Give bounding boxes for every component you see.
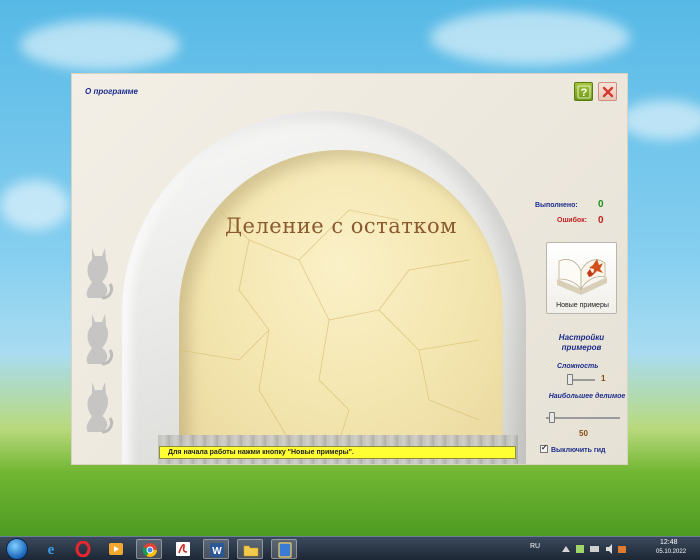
book-icon [557, 259, 607, 295]
taskbar: e W RU 12:48 05.10.2022 [0, 536, 700, 560]
word-icon: W [210, 543, 224, 557]
language-indicator[interactable]: RU [530, 543, 540, 550]
help-button[interactable]: ? [574, 82, 593, 101]
ie-icon: e [48, 542, 55, 557]
guide-toggle-label: Выключить гид [551, 447, 606, 454]
svg-text:?: ? [581, 87, 588, 99]
taskbar-opera[interactable] [70, 539, 96, 559]
difficulty-value: 1 [601, 374, 606, 383]
guide-checkbox[interactable] [540, 443, 548, 453]
tray-icons [562, 544, 626, 554]
status-message: Для начала работы нажми кнопку "Новые пр… [159, 446, 516, 459]
about-program-link[interactable]: О программе [85, 87, 138, 96]
errors-label: Ошибок: [557, 217, 588, 224]
cat-icon [86, 314, 114, 366]
arch-board [179, 150, 503, 442]
svg-text:W: W [212, 546, 222, 557]
page-title: Деление с остатком [224, 214, 458, 238]
new-examples-button[interactable]: Новые примеры [546, 242, 617, 314]
done-count: 0 [598, 199, 604, 210]
done-label: Выполнено: [535, 202, 578, 209]
max-dividend-label: Наибольшее делимое [548, 393, 626, 400]
explorer-icon [243, 545, 259, 557]
difficulty-label: Сложность [557, 363, 599, 370]
help-icon: ? [577, 85, 591, 99]
cat-icon [86, 248, 114, 300]
close-button[interactable] [598, 82, 617, 101]
taskbar-explorer[interactable] [237, 539, 263, 559]
marble-veins [179, 209, 480, 442]
errors-count: 0 [598, 215, 604, 226]
new-examples-label: Новые примеры [556, 302, 609, 309]
settings-title: Настройки примеров [558, 333, 605, 352]
max-dividend-slider-track [546, 417, 620, 419]
app-window: О программе ? Деление с остатком Для нач… [71, 73, 628, 465]
taskbar-media-player[interactable] [103, 539, 129, 559]
guide-toggle[interactable]: Выключить гид [540, 443, 606, 454]
windows-start-icon[interactable] [6, 538, 28, 560]
close-icon [602, 86, 614, 98]
max-dividend-value: 50 [579, 429, 588, 438]
difficulty-slider[interactable] [567, 374, 573, 385]
acrobat-icon [176, 542, 190, 556]
app-icon [278, 542, 292, 558]
taskbar-acrobat[interactable] [170, 539, 196, 559]
clock-date: 05.10.2022 [656, 549, 687, 555]
chrome-icon [142, 543, 157, 557]
taskbar-word[interactable]: W [203, 539, 229, 559]
taskbar-ie[interactable]: e [38, 539, 64, 559]
max-dividend-slider[interactable] [549, 412, 556, 423]
clock-time: 12:48 [660, 539, 678, 546]
cat-icon [86, 382, 114, 434]
taskbar-app[interactable] [271, 539, 297, 559]
svg-text:e: e [48, 542, 55, 557]
media-player-icon [109, 543, 123, 555]
opera-icon [75, 541, 91, 557]
taskbar-chrome[interactable] [136, 539, 162, 559]
